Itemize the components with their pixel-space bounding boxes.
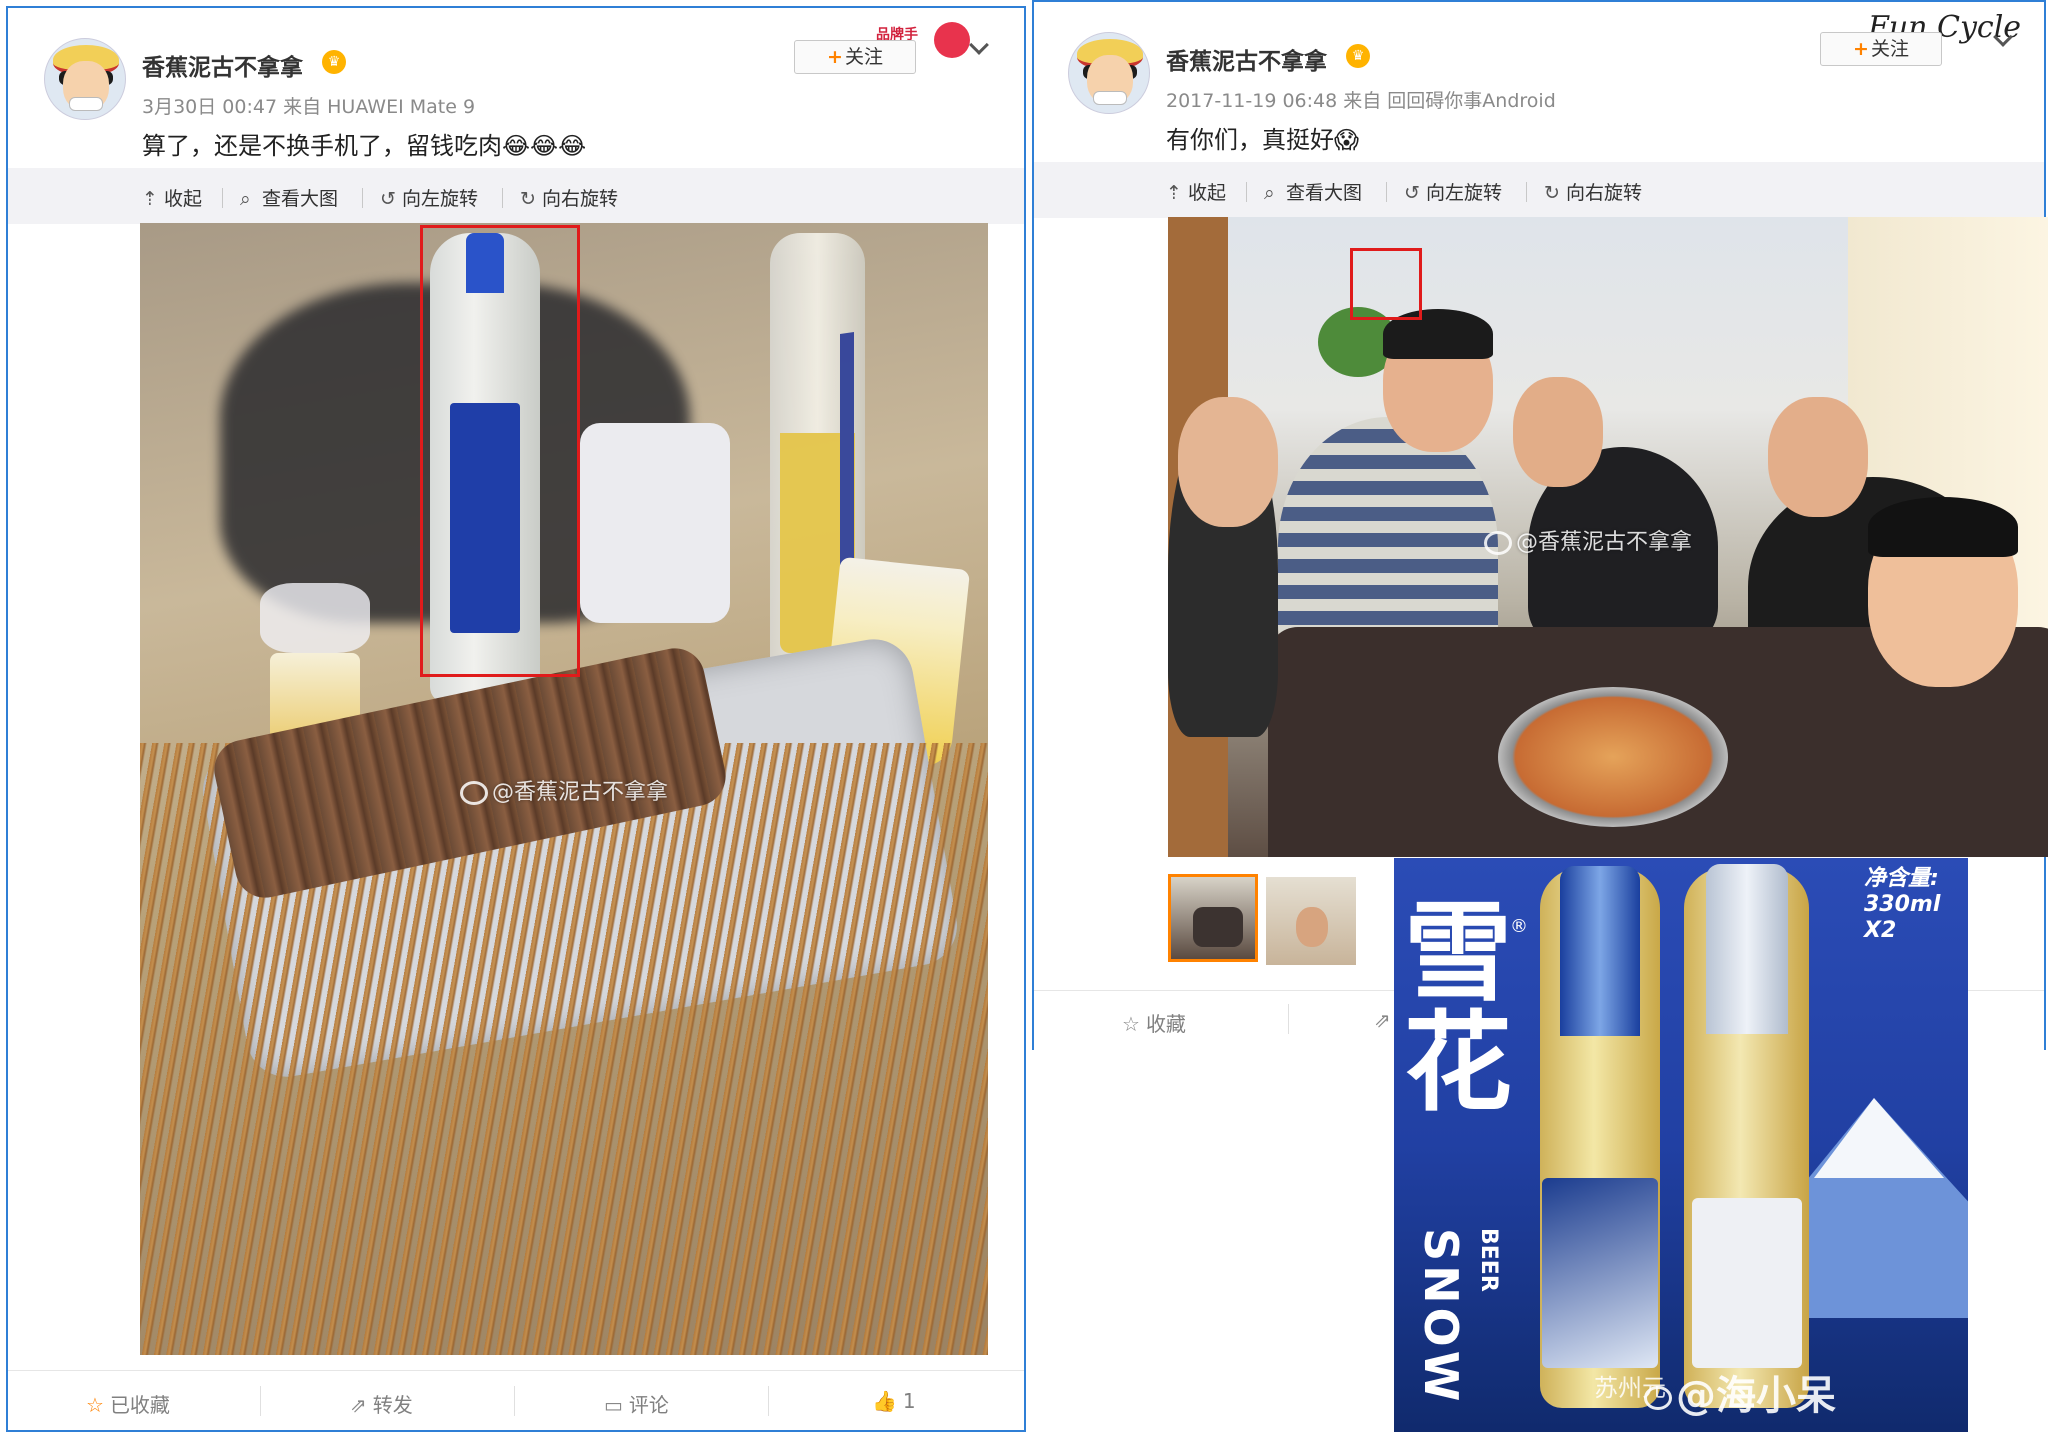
collapse-icon: ⇡ [1166,182,1182,204]
weibo-logo-icon [1644,1386,1672,1410]
weibo-logo-icon [460,781,488,805]
brand-name-en: SNOW [1414,1228,1468,1406]
rotate-left-icon: ↺ [1404,182,1420,204]
sticker-face-icon [934,22,970,58]
divider [1526,182,1527,202]
like-button[interactable]: 👍 1 [872,1389,916,1413]
post-text: 算了，还是不换手机了，留钱吃肉😂😂😂 [142,132,587,160]
avatar[interactable] [1068,32,1150,114]
star-icon: ☆ [1122,1012,1140,1036]
vip-badge-icon[interactable]: ♛ [1346,44,1370,68]
repost-button[interactable]: ⇗ 转发 [350,1389,413,1418]
star-icon: ☆ [86,1393,104,1417]
collapse-button[interactable]: ⇡ 收起 [1166,178,1226,205]
comment-button[interactable]: ▭ 评论 [604,1389,669,1418]
rotate-right-button[interactable]: ↻ 向右旋转 [520,184,618,211]
search-icon: ⌕ [240,188,251,210]
divider [1246,182,1247,202]
divider [362,188,363,208]
beer-word-en: BEER [1476,1228,1501,1292]
rotate-right-button[interactable]: ↻ 向右旋转 [1544,178,1642,205]
photo-thumbnail-2[interactable] [1266,877,1356,965]
divider [502,188,503,208]
hotpot [1498,687,1728,827]
divider [222,188,223,208]
divider [1288,1004,1289,1034]
avatar[interactable] [44,38,126,120]
username[interactable]: 香蕉泥古不拿拿 [142,48,303,82]
repost-icon: ⇗ [350,1393,367,1417]
registered-mark: ® [1510,916,1528,937]
username[interactable]: 香蕉泥古不拿拿 [1166,42,1327,76]
photo-watermark: @香蕉泥古不拿拿 [460,774,668,806]
weibo-logo-icon [1484,531,1512,555]
divider [768,1386,769,1416]
post-meta: 3月30日 00:47 来自 HUAWEI Mate 9 [142,96,476,118]
rotate-left-icon: ↺ [380,188,396,210]
favorite-button[interactable]: ☆ 收藏 [1122,1008,1186,1037]
collapse-icon: ⇡ [142,188,158,210]
divider [514,1386,515,1416]
follow-button[interactable]: + 关注 [1820,32,1942,66]
view-large-button[interactable]: ⌕ 查看大图 [1264,178,1362,205]
follow-button[interactable]: + 关注 [794,40,916,74]
repost-icon: ⇗ [1374,1008,1391,1032]
comment-icon: ▭ [604,1393,623,1417]
signature-watermark: @海小呆 [1644,1363,1836,1421]
view-large-button[interactable]: ⌕ 查看大图 [240,184,338,211]
search-icon: ⌕ [1264,182,1275,204]
rotate-left-button[interactable]: ↺ 向左旋转 [380,184,478,211]
rotate-right-icon: ↻ [520,188,536,210]
divider [1386,182,1387,202]
thumbs-up-icon: 👍 [872,1389,897,1413]
divider [260,1386,261,1416]
bottle-highlight-box [1350,248,1422,320]
post-meta: 2017-11-19 06:48 来自 回回碍你事Android [1166,90,1556,112]
favorite-button[interactable]: ☆ 已收藏 [86,1389,170,1418]
photo-thumbnail-1[interactable] [1168,874,1258,962]
snow-beer-product-photo: 雪花 ® 啤酒 SNOW BEER 净含量:330ml X2 苏州元 @海小呆 [1394,858,1968,1432]
bottle-highlight-box [420,225,580,677]
vip-badge-icon[interactable]: ♛ [322,50,346,74]
collapse-button[interactable]: ⇡ 收起 [142,184,202,211]
post-text: 有你们，真挺好😱 [1166,126,1360,154]
net-content-label: 净含量: 330ml X2 [1864,866,1941,943]
rotate-right-icon: ↻ [1544,182,1560,204]
rotate-left-button[interactable]: ↺ 向左旋转 [1404,178,1502,205]
photo-watermark: @香蕉泥古不拿拿 [1484,524,1692,556]
